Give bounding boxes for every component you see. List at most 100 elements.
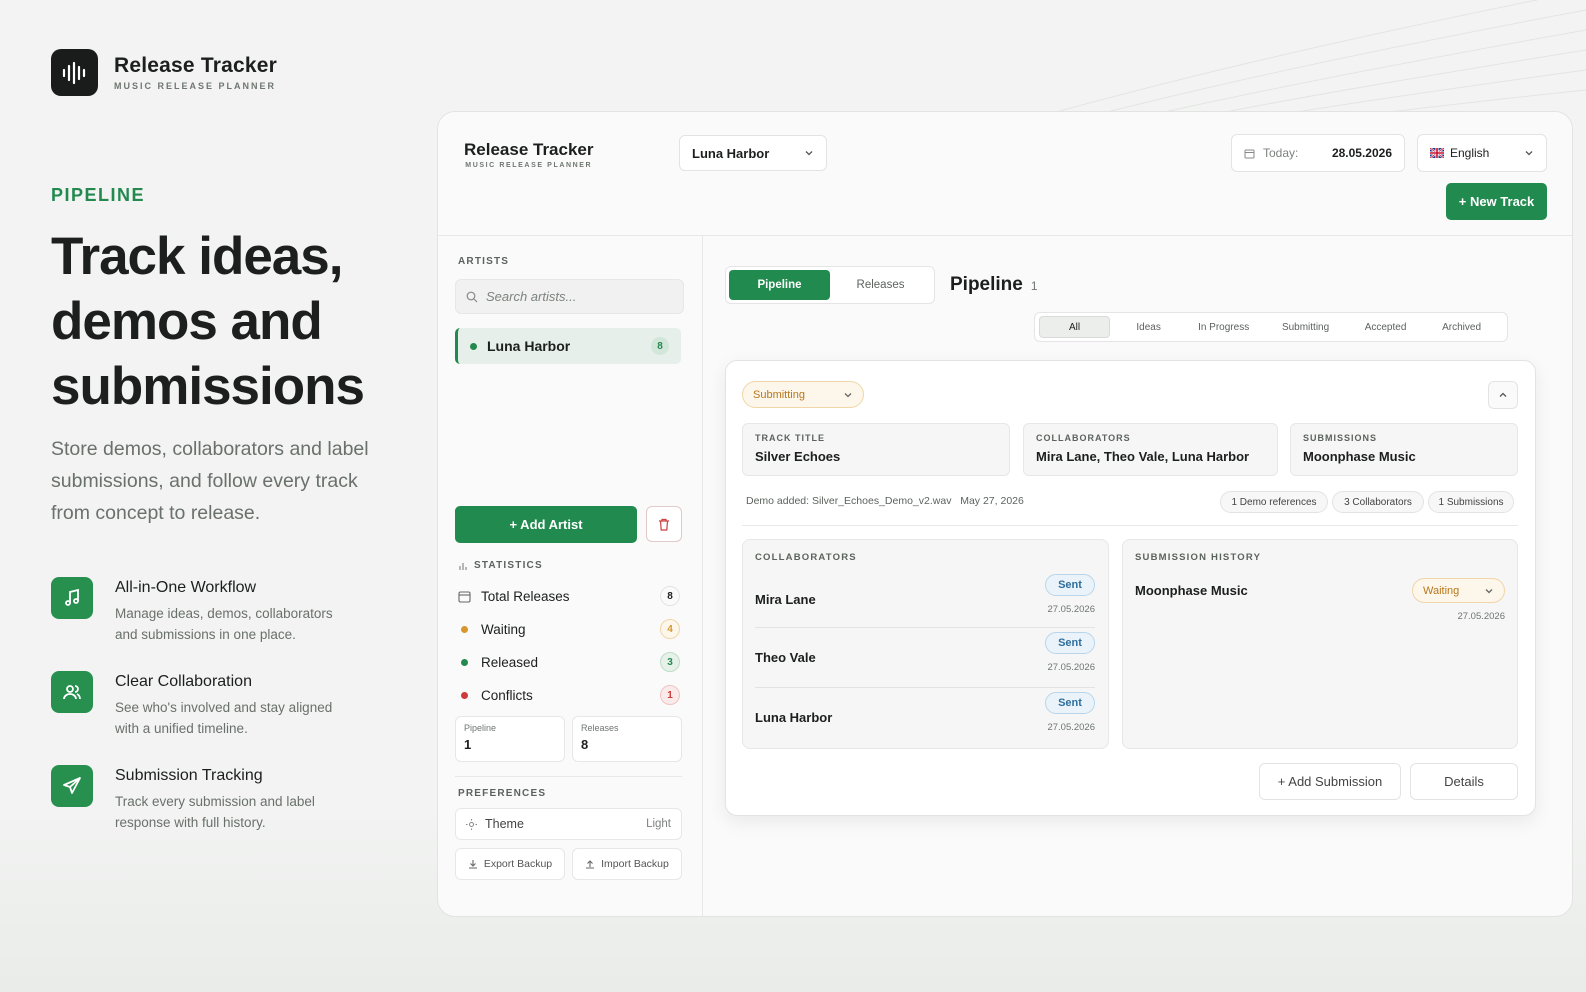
tab-pipeline[interactable]: Pipeline [729, 270, 830, 300]
chevron-down-icon [1525, 151, 1533, 156]
stat-total-releases: Total Releases 8 [458, 586, 680, 606]
chevron-down-icon [805, 151, 813, 156]
conflict-dot [461, 691, 468, 699]
filter-ideas[interactable]: Ideas [1110, 316, 1187, 338]
feature-title: All-in-One Workflow [115, 579, 257, 596]
field-collaborators: COLLABORATORS Mira Lane, Theo Vale, Luna… [1023, 423, 1278, 476]
language-select[interactable]: English [1417, 134, 1547, 172]
waiting-dot [461, 625, 468, 633]
track-status-select[interactable]: Submitting [742, 381, 864, 408]
demo-meta: Demo added: Silver_Echoes_Demo_v2.wav Ma… [746, 495, 1024, 507]
sent-badge: Sent [1045, 632, 1095, 654]
track-card: Submitting TRACK TITLE Silver Echoes COL… [725, 360, 1536, 816]
collaborators-panel: COLLABORATORS Mira Lane Sent 27.05.2026 … [742, 539, 1109, 749]
chevron-down-icon [844, 392, 852, 397]
statistics-header: STATISTICS [458, 560, 543, 571]
view-tabs: Pipeline Releases [725, 266, 935, 304]
collaborator-name: Theo Vale [755, 650, 816, 665]
demo-filename: Demo added: Silver_Echoes_Demo_v2.wav [746, 495, 952, 507]
collaborator-date: 27.05.2026 [1047, 604, 1095, 615]
stat-label: Total Releases [481, 588, 570, 604]
artist-name: Luna Harbor [487, 338, 571, 354]
calendar-icon [1244, 149, 1255, 158]
import-label: Import Backup [601, 858, 669, 870]
collaborator-date: 27.05.2026 [1047, 662, 1095, 673]
stat-count: 4 [660, 619, 680, 639]
feature-submission: Submission Tracking Track every submissi… [51, 765, 355, 833]
stat-label: Released [481, 654, 539, 670]
calendar-icon [458, 590, 471, 603]
feature-workflow: All-in-One Workflow Manage ideas, demos,… [51, 577, 355, 645]
history-label: SUBMISSION HISTORY [1135, 552, 1262, 563]
mini-stat-releases: Releases 8 [572, 716, 682, 762]
statistics-label: STATISTICS [474, 560, 543, 571]
search-icon [466, 291, 478, 302]
import-backup-button[interactable]: Import Backup [572, 848, 682, 880]
users-icon [51, 671, 93, 713]
filter-submitting[interactable]: Submitting [1260, 316, 1351, 338]
uk-flag-icon [1430, 148, 1444, 158]
upload-icon [586, 860, 595, 869]
active-dot [470, 342, 477, 350]
new-track-button[interactable]: + New Track [1446, 183, 1547, 220]
filter-in-progress[interactable]: In Progress [1187, 316, 1260, 338]
theme-setting[interactable]: Theme Light [455, 808, 682, 840]
download-icon [468, 860, 477, 869]
filter-archived[interactable]: Archived [1420, 316, 1503, 338]
demo-date: May 27, 2026 [960, 495, 1024, 507]
theme-label: Theme [485, 817, 524, 831]
collaborator-name: Luna Harbor [755, 710, 833, 725]
feature-desc: Manage ideas, demos, collaborators and s… [115, 606, 333, 642]
music-note-icon [51, 577, 93, 619]
export-label: Export Backup [483, 858, 553, 870]
history-date: 27.05.2026 [1457, 611, 1505, 622]
collaborator-row: Luna Harbor Sent 27.05.2026 [755, 688, 1095, 746]
collaborator-row: Mira Lane Sent 27.05.2026 [755, 570, 1095, 628]
topbar: Release Tracker MUSIC RELEASE PLANNER Lu… [438, 112, 1572, 236]
filter-accepted[interactable]: Accepted [1351, 316, 1420, 338]
submission-status-select[interactable]: Waiting [1412, 578, 1505, 603]
mini-stat-value: 1 [464, 737, 472, 752]
page-title-count: 1 [1030, 279, 1038, 293]
delete-artist-button[interactable] [646, 506, 682, 542]
sun-icon [466, 818, 477, 830]
page-title: Pipeline 1 [950, 274, 1038, 296]
status-filters: All Ideas In Progress Submitting Accepte… [1034, 312, 1508, 342]
divider [742, 525, 1518, 526]
language-value: English [1450, 146, 1490, 160]
add-submission-button[interactable]: + Add Submission [1259, 763, 1401, 800]
add-artist-button[interactable]: + Add Artist [455, 506, 637, 543]
details-button[interactable]: Details [1410, 763, 1518, 800]
theme-value: Light [646, 818, 671, 830]
chevron-down-icon [1485, 588, 1493, 593]
export-backup-button[interactable]: Export Backup [455, 848, 565, 880]
today-label: Today: [1263, 146, 1299, 160]
stat-count: 1 [660, 685, 680, 705]
app-window: Release Tracker MUSIC RELEASE PLANNER Lu… [437, 111, 1573, 917]
artist-select[interactable]: Luna Harbor [679, 135, 827, 171]
stat-conflicts: Conflicts 1 [458, 685, 680, 705]
search-artists-input[interactable]: Search artists... [455, 279, 684, 314]
field-track-title: TRACK TITLE Silver Echoes [742, 423, 1010, 476]
feature-title: Submission Tracking [115, 767, 263, 784]
tab-releases[interactable]: Releases [830, 270, 931, 300]
mini-stat-label: Releases [581, 723, 619, 733]
feature-desc: See who's involved and stay aligned with… [115, 700, 333, 736]
track-status-value: Submitting [753, 388, 805, 401]
sent-badge: Sent [1045, 692, 1095, 714]
stat-label: Waiting [481, 621, 526, 637]
filter-all[interactable]: All [1039, 316, 1111, 338]
send-icon [51, 765, 93, 807]
collapse-button[interactable] [1488, 381, 1518, 409]
mini-stat-value: 8 [581, 737, 589, 752]
sidebar-item-luna-harbor[interactable]: Luna Harbor 8 [455, 328, 681, 364]
brand-subtitle: MUSIC RELEASE PLANNER [114, 81, 277, 91]
stat-waiting: Waiting 4 [458, 619, 680, 639]
hero-headline: Track ideas, demos and submissions [51, 227, 365, 416]
chip-submissions: 1 Submissions [1428, 491, 1514, 513]
artist-count-badge: 8 [651, 337, 669, 355]
hero-lead: Store demos, collaborators and label sub… [51, 438, 369, 524]
chip-demo-references: 1 Demo references [1220, 491, 1328, 513]
released-dot [461, 658, 468, 666]
field-submissions: SUBMISSIONS Moonphase Music [1290, 423, 1518, 476]
